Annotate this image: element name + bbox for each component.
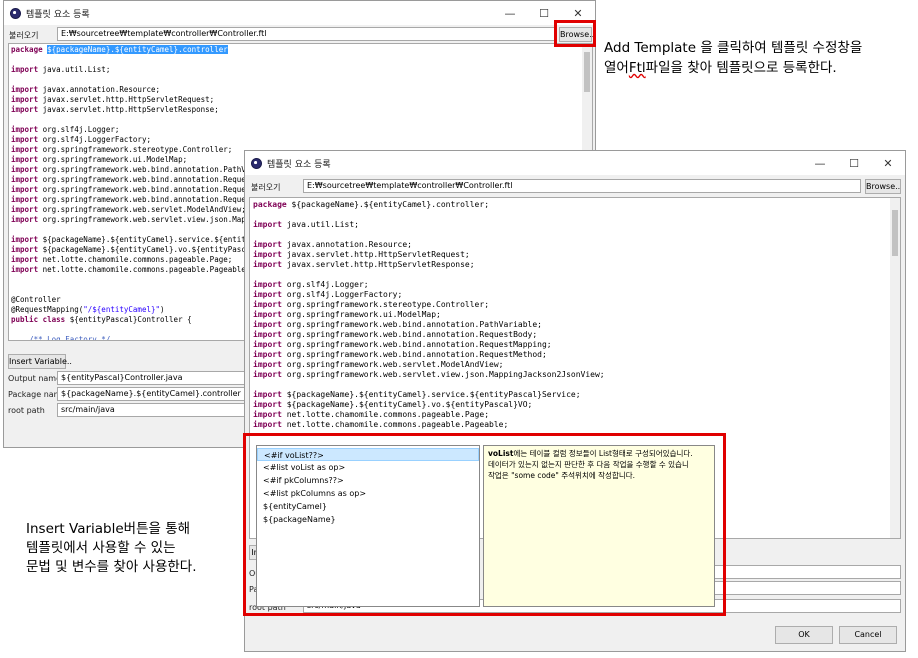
root-path-label: root path <box>8 406 45 415</box>
code-line: import javax.servlet.http.HttpServletReq… <box>253 250 470 259</box>
code-line: import org.springframework.web.bind.anno… <box>253 320 542 329</box>
app-icon <box>251 157 262 169</box>
load-label: 불러오기 <box>251 183 281 192</box>
front-dialog-titlebar[interactable]: 템플릿 요소 등록 — ☐ ✕ <box>245 151 905 175</box>
code-line: package ${packageName}.${entityCamel}.co… <box>253 200 490 209</box>
code-line: import java.util.List; <box>253 220 359 229</box>
code-line: import org.springframework.ui.ModelMap; <box>253 310 441 319</box>
annotation-line: 템플릿에서 사용할 수 있는 <box>26 540 176 556</box>
annotation-bottom-left: Insert Variable버튼을 통해 템플릿에서 사용할 수 있는 문법 … <box>26 520 241 577</box>
front-editor-scrollbar[interactable] <box>890 198 900 538</box>
annotation-line: 문법 및 변수를 찾아 사용한다. <box>26 559 197 575</box>
code-line: import org.springframework.web.bind.anno… <box>253 340 552 349</box>
code-line: package ${packageName}.${entityCamel}.co… <box>11 45 228 54</box>
code-line: import javax.servlet.http.HttpServletRes… <box>253 260 475 269</box>
load-label: 불러오기 <box>9 31 39 40</box>
annotation-line: Add Template 을 클릭하여 템플릿 수정창을 <box>604 40 863 56</box>
annotation-line: 열어Ftl파일을 찾아 템플릿으로 등록한다. <box>604 60 837 76</box>
code-line: import org.springframework.web.servlet.M… <box>253 360 504 369</box>
output-name-label: Output name <box>8 374 62 383</box>
load-path-field[interactable]: E:₩sourcetree₩template₩controller₩Contro… <box>303 179 861 193</box>
ok-button[interactable]: OK <box>775 626 833 644</box>
code-line: import javax.servlet.http.HttpServletRes… <box>11 105 219 114</box>
code-line: import org.springframework.web.bind.anno… <box>253 330 538 339</box>
load-path-field[interactable]: E:₩sourcetree₩template₩controller₩Contro… <box>57 27 555 41</box>
code-line: import org.springframework.web.bind.anno… <box>253 350 547 359</box>
insert-variable-highlight-box <box>243 433 726 616</box>
code-line: import ${packageName}.${entityCamel}.ser… <box>253 390 581 399</box>
cancel-button[interactable]: Cancel <box>839 626 897 644</box>
close-icon[interactable]: ✕ <box>871 151 905 175</box>
app-icon <box>10 7 21 19</box>
maximize-icon[interactable]: ☐ <box>837 151 871 175</box>
code-line: import javax.annotation.Resource; <box>11 85 161 94</box>
minimize-icon[interactable]: — <box>493 1 527 25</box>
minimize-icon[interactable]: — <box>803 151 837 175</box>
code-line: import org.slf4j.LoggerFactory; <box>253 290 403 299</box>
package-name-field[interactable]: ${packageName}.${entityCamel}.controller <box>57 387 247 401</box>
root-path-field[interactable]: src/main/java <box>57 403 247 417</box>
code-line: import net.lotte.chamomile.commons.pagea… <box>253 420 509 429</box>
output-name-field[interactable]: ${entityPascal}Controller.java <box>57 371 247 385</box>
code-line: import javax.servlet.http.HttpServletReq… <box>11 95 215 104</box>
code-line: import org.springframework.web.servlet.v… <box>253 370 605 379</box>
annotation-line: Insert Variable버튼을 통해 <box>26 521 191 537</box>
back-dialog-title: 템플릿 요소 등록 <box>26 9 90 20</box>
back-dialog-titlebar[interactable]: 템플릿 요소 등록 — ☐ ✕ <box>4 1 595 25</box>
browse-highlight-box <box>554 20 596 47</box>
code-line: import ${packageName}.${entityCamel}.vo.… <box>253 400 533 409</box>
code-line: import java.util.List; <box>11 65 111 74</box>
annotation-top-right: Add Template 을 클릭하여 템플릿 수정창을 열어Ftl파일을 찾아… <box>604 38 916 78</box>
code-line: import org.slf4j.Logger; <box>253 280 369 289</box>
code-line: import javax.annotation.Resource; <box>253 240 412 249</box>
browse-button[interactable]: Browse.. <box>865 179 901 194</box>
code-line: import org.slf4j.LoggerFactory; <box>11 135 151 144</box>
front-dialog-title: 템플릿 요소 등록 <box>267 159 331 170</box>
code-line: import net.lotte.chamomile.commons.pagea… <box>253 410 490 419</box>
code-line: import org.slf4j.Logger; <box>11 125 120 134</box>
insert-variable-button[interactable]: Insert Variable.. <box>8 354 72 369</box>
code-line: import org.springframework.stereotype.Co… <box>253 300 490 309</box>
